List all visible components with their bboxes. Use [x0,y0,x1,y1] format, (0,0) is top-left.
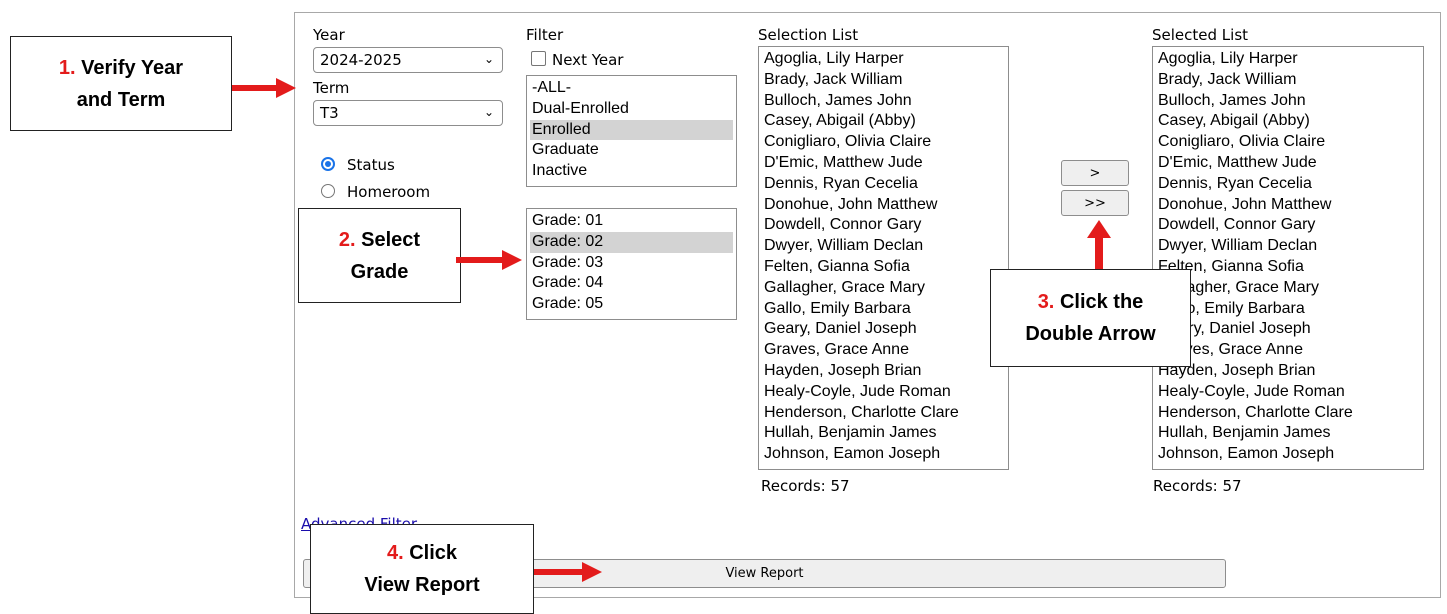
term-label: Term [313,79,350,97]
grade-option[interactable]: Grade: 05 [530,294,733,315]
selected-list-item[interactable]: Hullah, Benjamin James [1156,423,1420,444]
homeroom-radio-label: Homeroom [347,183,431,201]
callout-2-number: 2. [338,228,356,251]
arrow-right-icon [456,250,522,270]
callout-4-number: 4. [386,542,404,564]
selected-list-label: Selected List [1152,26,1249,44]
selection-list-item[interactable]: Donohue, John Matthew [762,195,1005,216]
selected-list-item[interactable]: Conigliaro, Olivia Claire [1156,132,1420,153]
selection-list-item[interactable]: Henderson, Charlotte Clare [762,403,1005,424]
status-radio-label: Status [347,156,395,174]
selection-list-item[interactable]: Casey, Abigail (Abby) [762,111,1005,132]
callout-1-text: Verify Year [81,56,184,79]
selection-list-item[interactable]: Conigliaro, Olivia Claire [762,132,1005,153]
callout-3-line1: 3. Click the [991,286,1190,318]
grade-option[interactable]: Grade: 01 [530,211,733,232]
arrow-right-icon [232,78,296,98]
selection-list-item[interactable]: Graves, Grace Anne [762,340,1005,361]
callout-2-line2: Grade [350,260,409,283]
selected-list-item[interactable]: Dwyer, William Declan [1156,236,1420,257]
callout-2-line1: 2. Select [299,224,460,256]
selection-list-item[interactable]: Dwyer, William Declan [762,236,1005,257]
selected-list-item[interactable]: Hayden, Joseph Brian [1156,361,1420,382]
selected-list-item[interactable]: Graves, Grace Anne [1156,340,1420,361]
callout-1-line2: and Term [76,88,166,111]
selected-list-item[interactable]: Dennis, Ryan Cecelia [1156,174,1420,195]
selection-list-item[interactable]: Healy-Coyle, Jude Roman [762,382,1005,403]
selection-list-item[interactable]: Gallagher, Grace Mary [762,278,1005,299]
arrow-up-icon [1087,220,1111,269]
grade-option[interactable]: Grade: 04 [530,273,733,294]
selected-list-item[interactable]: D'Emic, Matthew Jude [1156,153,1420,174]
callout-select-grade: 2. Select Grade [298,208,461,303]
status-radio[interactable] [321,157,335,171]
year-select-value: 2024-2025 [320,51,402,69]
move-one-button[interactable]: > [1061,160,1129,186]
chevron-down-icon: ⌄ [483,52,494,66]
selected-records-count: Records: 57 [1153,477,1242,495]
next-year-checkbox[interactable] [531,51,546,66]
callout-view-report: 4. Click View Report [310,524,534,614]
selection-list-item[interactable]: D'Emic, Matthew Jude [762,153,1005,174]
selection-list-item[interactable]: Felten, Gianna Sofia [762,257,1005,278]
selected-list-item[interactable]: Healy-Coyle, Jude Roman [1156,382,1420,403]
callout-1-number: 1. [58,56,76,79]
status-option[interactable]: Dual-Enrolled [530,99,733,120]
selected-list-item[interactable]: Johnson, Eamon Joseph [1156,444,1420,465]
status-filter-list[interactable]: -ALL- Dual-Enrolled Enrolled Graduate Inacti… [526,75,737,187]
term-select[interactable]: T3 ⌄ [313,100,503,126]
year-label: Year [313,26,345,44]
selected-list-item[interactable]: Bulloch, James John [1156,91,1420,112]
selected-list-item[interactable]: Dowdell, Connor Gary [1156,215,1420,236]
selected-list-item[interactable]: Gallagher, Grace Mary [1156,278,1420,299]
selection-list-item[interactable]: Johnson, Eamon Joseph [762,444,1005,465]
selected-list-item[interactable]: Geary, Daniel Joseph [1156,319,1420,340]
status-option[interactable]: Graduate [530,140,733,161]
callout-3-text: Click the [1059,291,1144,313]
callout-2-text: Select [361,228,421,251]
callout-3-number: 3. [1037,291,1055,313]
selection-records-count: Records: 57 [761,477,850,495]
selection-list-item[interactable]: Geary, Daniel Joseph [762,319,1005,340]
grade-option[interactable]: Grade: 02 [530,231,733,253]
filter-label: Filter [526,26,564,44]
callout-3-line2: Double Arrow [1025,323,1156,345]
status-option[interactable]: -ALL- [530,78,733,99]
selection-list-label: Selection List [758,26,859,44]
arrow-right-icon [534,562,602,582]
selected-list-item[interactable]: Agoglia, Lily Harper [1156,49,1420,70]
selection-list-item[interactable]: Dowdell, Connor Gary [762,215,1005,236]
selection-list-item[interactable]: Agoglia, Lily Harper [762,49,1005,70]
selected-list-item[interactable]: Henderson, Charlotte Clare [1156,403,1420,424]
selected-list[interactable]: Agoglia, Lily Harper Brady, Jack William B… [1152,46,1424,470]
callout-4-line2: View Report [364,574,480,596]
chevron-down-icon: ⌄ [483,105,494,119]
next-year-label: Next Year [552,51,624,69]
callout-1-line1: 1. Verify Year [11,52,231,84]
year-select[interactable]: 2024-2025 ⌄ [313,47,503,73]
term-select-value: T3 [320,104,339,122]
selection-list-item[interactable]: Bulloch, James John [762,91,1005,112]
selection-list-item[interactable]: Hayden, Joseph Brian [762,361,1005,382]
selection-list-item[interactable]: Gallo, Emily Barbara [762,299,1005,320]
selected-list-item[interactable]: Donohue, John Matthew [1156,195,1420,216]
grade-option[interactable]: Grade: 03 [530,253,733,274]
callout-4-text: Click [409,542,458,564]
callout-verify-year-term: 1. Verify Year and Term [10,36,232,131]
status-option[interactable]: Enrolled [530,119,733,141]
selected-list-item[interactable]: Brady, Jack William [1156,70,1420,91]
callout-4-line1: 4. Click [311,537,533,569]
selection-list-item[interactable]: Dennis, Ryan Cecelia [762,174,1005,195]
grade-list[interactable]: Grade: 01 Grade: 02 Grade: 03 Grade: 04 Grad… [526,208,737,320]
selection-list-item[interactable]: Brady, Jack William [762,70,1005,91]
selection-list[interactable]: Agoglia, Lily Harper Brady, Jack William B… [758,46,1009,470]
callout-double-arrow: 3. Click the Double Arrow [990,269,1191,367]
move-all-button[interactable]: >> [1061,190,1129,216]
selected-list-item[interactable]: Gallo, Emily Barbara [1156,299,1420,320]
selection-list-item[interactable]: Hullah, Benjamin James [762,423,1005,444]
status-option[interactable]: Inactive [530,161,733,182]
selected-list-item[interactable]: Felten, Gianna Sofia [1156,257,1420,278]
selected-list-item[interactable]: Casey, Abigail (Abby) [1156,111,1420,132]
homeroom-radio[interactable] [321,184,335,198]
